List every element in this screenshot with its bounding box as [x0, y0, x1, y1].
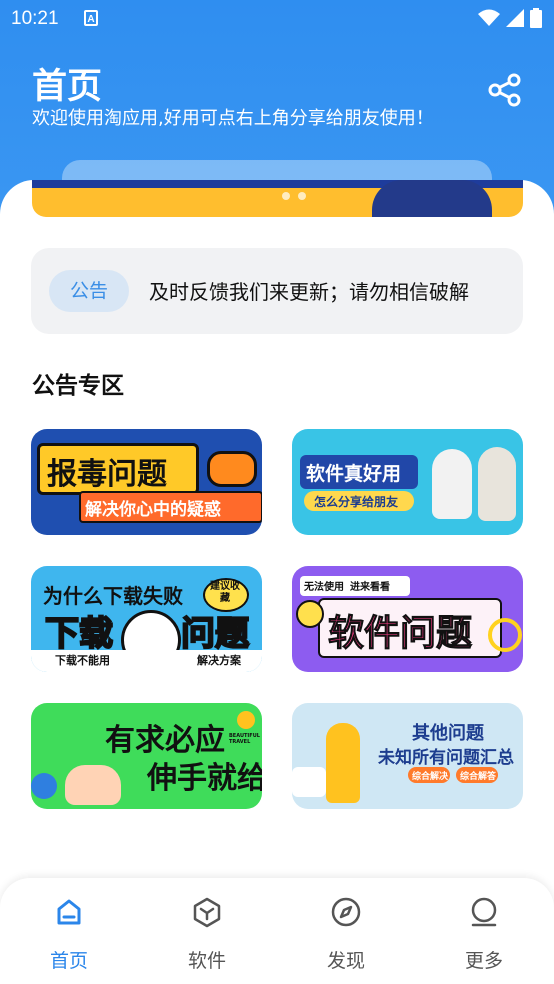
signal-icon [506, 9, 524, 27]
nav-label: 首页 [49, 950, 88, 972]
carousel-dots [282, 192, 306, 200]
sun-icon [237, 711, 255, 729]
box-icon [193, 897, 221, 928]
bottom-nav: 首页 软件 发现 更多 [0, 878, 554, 984]
nav-item-more[interactable]: 更多 [444, 896, 524, 973]
card-footer-left: 下载不能用 [55, 654, 110, 667]
nav-label: 发现 [326, 950, 365, 972]
card-title: 其他问题 [412, 723, 484, 744]
smiley-icon [296, 600, 324, 628]
share-icon[interactable] [487, 72, 523, 108]
card-subtitle: 未知所有问题汇总 [378, 748, 514, 768]
card-on-request[interactable]: 有求必应 伸手就给 BEAUTIFUL TRAVEL [31, 703, 262, 809]
card-top-right: 进来看看 [350, 582, 390, 593]
nav-item-home[interactable]: 首页 [29, 896, 109, 973]
card-title-part: 问题 [180, 613, 250, 655]
banner-figure [372, 180, 492, 217]
nav-item-software[interactable]: 软件 [167, 896, 247, 973]
person-illustration [326, 723, 360, 803]
card-top-left: 无法使用 [304, 582, 344, 593]
status-icons [478, 8, 542, 28]
card-footer-right: 解决方案 [197, 654, 241, 667]
card-title-part: 伸手就给 [147, 761, 262, 796]
card-subtitle: 怎么分享给朋友 [314, 495, 399, 509]
card-software-issue[interactable]: 无法使用 进来看看 软件问题 [292, 566, 523, 672]
magnifier-icon [488, 618, 522, 652]
section-title: 公告专区 [32, 373, 124, 399]
card-subtitle: 解决你心中的疑惑 [85, 500, 221, 520]
compass-icon [331, 897, 361, 927]
globe-icon [31, 773, 57, 799]
notice-bar[interactable]: 公告 及时反馈我们来更新；请勿相信破解 [31, 248, 523, 334]
nav-label: 软件 [187, 950, 226, 972]
card-virus-issue[interactable]: 报毒问题 解决你心中的疑惑 [31, 429, 262, 535]
status-bar: 10:21 A [0, 0, 554, 38]
card-badge: 建议收藏 [210, 581, 240, 604]
page-title: 首页 [32, 67, 103, 107]
train-illustration [292, 767, 326, 797]
page-subtitle: 欢迎使用淘应用,好用可点右上角分享给朋友使用！ [32, 108, 434, 129]
status-time: 10:21 [11, 8, 59, 29]
nav-item-discover[interactable]: 发现 [306, 896, 386, 973]
card-download-fail[interactable]: 为什么下载失败 建议收藏 下载 问题 下载不能用 解决方案 [31, 566, 262, 672]
battery-icon [530, 8, 542, 28]
card-title: 软件问题 [327, 613, 473, 655]
megaphone-icon [207, 451, 257, 487]
person-illustration [432, 449, 472, 519]
card-tag: BEAUTIFUL TRAVEL [229, 733, 260, 745]
banner-carousel[interactable] [32, 180, 523, 217]
carousel-dot [298, 192, 306, 200]
card-pill: 综合解决 [412, 772, 449, 782]
card-other-issues[interactable]: 其他问题 未知所有问题汇总 综合解决 综合解答 [292, 703, 523, 809]
person-illustration [478, 447, 516, 521]
nav-label: 更多 [464, 950, 503, 972]
notice-text: 及时反馈我们来更新；请勿相信破解 [149, 280, 469, 304]
card-software-good[interactable]: 软件真好用 怎么分享给朋友 [292, 429, 523, 535]
wifi-icon [478, 9, 500, 26]
home-icon [57, 899, 81, 925]
card-title: 为什么下载失败 [43, 584, 183, 608]
card-title: 软件真好用 [306, 463, 402, 485]
hand-illustration [65, 765, 121, 805]
carousel-dot [282, 192, 290, 200]
card-pill: 综合解答 [460, 772, 497, 782]
notification-icon: A [84, 10, 98, 26]
card-title: 报毒问题 [47, 457, 167, 492]
user-icon [471, 897, 497, 927]
card-title-part: 下载 [44, 613, 114, 655]
notice-tag: 公告 [49, 270, 129, 312]
